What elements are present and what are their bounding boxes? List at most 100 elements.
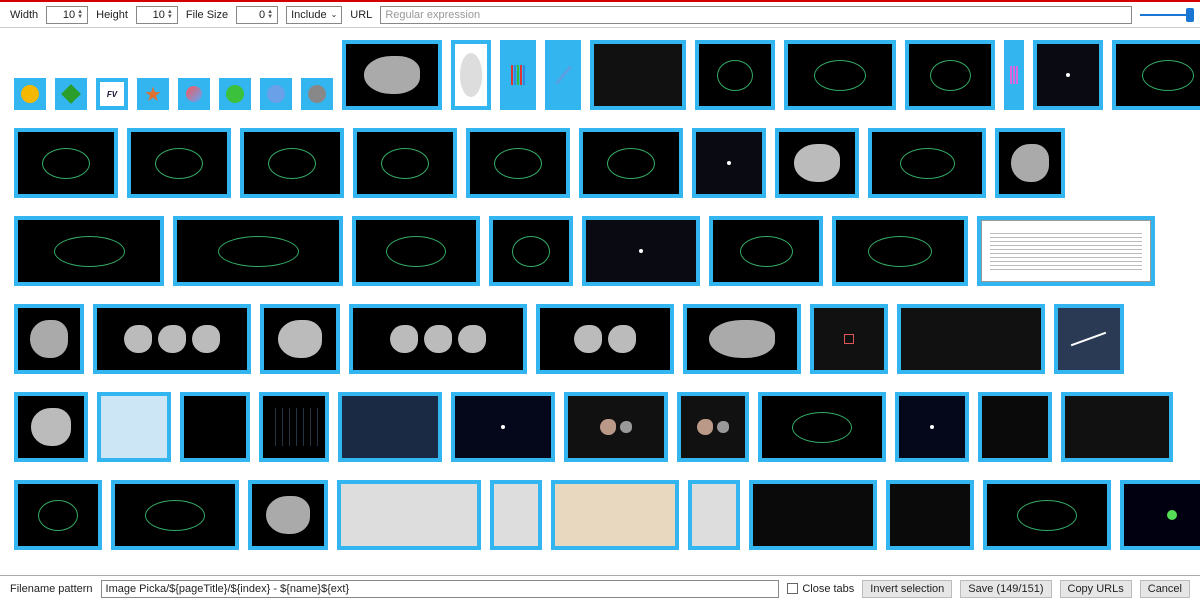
spinner-icon[interactable]: ▲▼ <box>267 10 275 20</box>
thumbnail[interactable] <box>173 216 343 286</box>
size-slider[interactable] <box>1140 14 1190 16</box>
thumbnail[interactable]: FV <box>96 78 128 110</box>
thumbnail[interactable] <box>905 40 995 110</box>
thumbnail[interactable] <box>551 480 679 550</box>
thumbnail[interactable] <box>97 392 171 462</box>
thumbnail[interactable] <box>260 304 340 374</box>
thumbnail[interactable] <box>1061 392 1173 462</box>
thumbnail-image <box>342 396 438 458</box>
thumbnail-image <box>1058 308 1120 370</box>
thumbnail[interactable] <box>868 128 986 198</box>
width-input[interactable]: 10 ▲▼ <box>46 6 88 24</box>
info-icon <box>264 82 288 106</box>
thumbnail[interactable] <box>14 216 164 286</box>
thumbnail[interactable] <box>977 216 1155 286</box>
filesize-input[interactable]: 0 ▲▼ <box>236 6 278 24</box>
thumbnail[interactable] <box>240 128 344 198</box>
thumbnail-image <box>357 132 453 194</box>
thumbnail[interactable] <box>784 40 896 110</box>
thumbnail[interactable] <box>775 128 859 198</box>
thumbnail[interactable] <box>832 216 968 286</box>
thumbnail[interactable] <box>349 304 527 374</box>
thumbnail[interactable] <box>995 128 1065 198</box>
thumbnail[interactable] <box>709 216 823 286</box>
thumbnail[interactable] <box>683 304 801 374</box>
sphere-icon <box>223 82 247 106</box>
thumbnail[interactable] <box>895 392 969 462</box>
thumbnail[interactable] <box>545 40 581 110</box>
thumbnail[interactable] <box>55 78 87 110</box>
thumbnail[interactable] <box>579 128 683 198</box>
thumbnail[interactable] <box>758 392 886 462</box>
thumbnail[interactable] <box>692 128 766 198</box>
thumbnail[interactable] <box>178 78 210 110</box>
height-input[interactable]: 10 ▲▼ <box>136 6 178 24</box>
thumbnail[interactable] <box>983 480 1111 550</box>
thumbnail[interactable] <box>582 216 700 286</box>
thumbnail[interactable] <box>677 392 749 462</box>
thumbnail[interactable] <box>127 128 231 198</box>
thumbnail-image <box>184 396 246 458</box>
badge-icon <box>18 82 42 106</box>
cube-icon <box>59 82 83 106</box>
thumbnail[interactable] <box>978 392 1052 462</box>
thumbnail[interactable] <box>536 304 674 374</box>
thumbnail[interactable] <box>14 78 46 110</box>
thumbnail[interactable]: ★ <box>137 78 169 110</box>
thumbnail[interactable] <box>219 78 251 110</box>
thumbnail[interactable] <box>489 216 573 286</box>
spinner-icon[interactable]: ▲▼ <box>167 10 175 20</box>
copy-urls-button[interactable]: Copy URLs <box>1060 580 1132 598</box>
thumbnail[interactable] <box>111 480 239 550</box>
thumbnail[interactable] <box>180 392 250 462</box>
thumbnail[interactable] <box>337 480 481 550</box>
thumbnail[interactable] <box>564 392 668 462</box>
thumbnail[interactable] <box>897 304 1045 374</box>
thumbnail[interactable] <box>248 480 328 550</box>
cancel-button[interactable]: Cancel <box>1140 580 1190 598</box>
thumbnail-image <box>568 396 664 458</box>
thumbnail[interactable] <box>500 40 536 110</box>
thumbnail[interactable] <box>14 392 88 462</box>
thumbnail[interactable] <box>352 216 480 286</box>
thumbnail[interactable] <box>1054 304 1124 374</box>
thumbnail[interactable] <box>810 304 888 374</box>
close-tabs-checkbox[interactable]: Close tabs <box>787 583 854 595</box>
thumbnail-image <box>681 396 745 458</box>
thumbnail[interactable] <box>301 78 333 110</box>
thumbnail[interactable] <box>688 480 740 550</box>
thumbnail[interactable] <box>338 392 442 462</box>
thumbnail[interactable] <box>466 128 570 198</box>
thumbnail[interactable] <box>93 304 251 374</box>
thumbnail[interactable] <box>342 40 442 110</box>
thumbnail[interactable] <box>451 392 555 462</box>
thumbnail[interactable] <box>749 480 877 550</box>
thumbnail[interactable] <box>14 304 84 374</box>
thumbnail[interactable] <box>259 392 329 462</box>
thumbnail[interactable] <box>1033 40 1103 110</box>
thumbnail[interactable] <box>451 40 491 110</box>
thumbnail-image <box>1124 484 1200 546</box>
invert-button[interactable]: Invert selection <box>862 580 952 598</box>
thumbnail[interactable] <box>1004 40 1024 110</box>
thumbnail-image <box>346 44 438 106</box>
include-select[interactable]: Include ⌄ <box>286 6 342 24</box>
thumbnail[interactable] <box>260 78 292 110</box>
save-button[interactable]: Save (149/151) <box>960 580 1051 598</box>
thumbnail[interactable] <box>490 480 542 550</box>
thumbnail[interactable] <box>14 480 102 550</box>
thumbnail-image <box>999 132 1061 194</box>
thumbnail[interactable] <box>353 128 457 198</box>
thumbnail[interactable] <box>886 480 974 550</box>
height-label: Height <box>96 9 128 21</box>
filename-input[interactable]: Image Picka/${pageTitle}/${index} - ${na… <box>101 580 780 598</box>
thumbnail[interactable] <box>1120 480 1200 550</box>
thumbnail[interactable] <box>695 40 775 110</box>
thumbnail[interactable] <box>14 128 118 198</box>
thumbnail[interactable] <box>1112 40 1200 110</box>
thumbnail-image <box>549 44 577 106</box>
spinner-icon[interactable]: ▲▼ <box>77 10 85 20</box>
url-input[interactable]: Regular expression <box>380 6 1132 24</box>
thumbnail[interactable] <box>590 40 686 110</box>
thumbnail-image <box>687 308 797 370</box>
